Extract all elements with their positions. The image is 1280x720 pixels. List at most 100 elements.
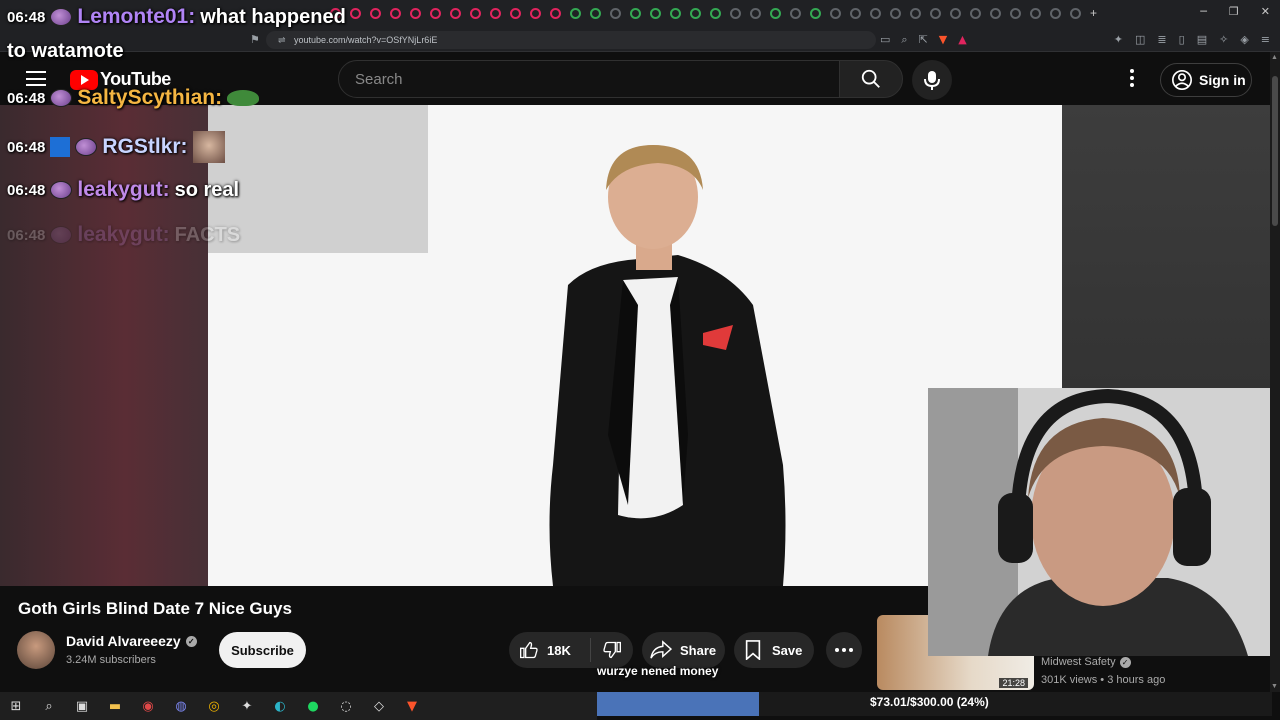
browser-tab[interactable] — [810, 8, 821, 19]
steam-icon[interactable]: ✦ — [239, 698, 255, 714]
browser-tab[interactable] — [610, 8, 621, 19]
save-button[interactable]: Save — [734, 632, 814, 668]
vpn-icon[interactable]: ◈ — [1240, 33, 1248, 46]
thumbs-up-icon — [520, 641, 538, 659]
browser-tab[interactable] — [390, 8, 401, 19]
more-actions-button[interactable] — [826, 632, 862, 668]
like-dislike-group: 18K — [509, 632, 633, 668]
browser-tab[interactable] — [550, 8, 561, 19]
address-bar[interactable]: ⇌ youtube.com/watch?v=OSfYNjLr6iE — [266, 31, 876, 49]
browser-tab[interactable] — [590, 8, 601, 19]
new-tab-icon[interactable]: + — [1090, 7, 1097, 19]
share-arrow-icon — [650, 640, 672, 659]
close-icon[interactable]: ✕ — [1261, 5, 1270, 18]
windows-start-icon[interactable]: ⊞ — [8, 698, 24, 714]
scroll-down-icon[interactable]: ▼ — [1271, 683, 1278, 690]
verified-badge-icon: ✓ — [185, 635, 197, 647]
browser-tab[interactable] — [530, 8, 541, 19]
app-icon[interactable]: ◇ — [371, 698, 387, 714]
channel-avatar[interactable] — [17, 631, 55, 669]
browser-tab[interactable] — [970, 8, 981, 19]
browser-tab[interactable] — [850, 8, 861, 19]
task-view-icon[interactable]: ▣ — [74, 698, 90, 714]
browser-tab[interactable] — [1010, 8, 1021, 19]
browser-tab[interactable] — [650, 8, 661, 19]
scrollbar-thumb[interactable] — [1272, 76, 1278, 226]
menu-icon[interactable]: ≡ — [1261, 33, 1270, 46]
browser-tab[interactable] — [690, 8, 701, 19]
site-info-icon[interactable]: ⇌ — [278, 35, 286, 46]
discord-icon[interactable]: ◍ — [173, 698, 189, 714]
maximize-icon[interactable]: ❐ — [1229, 5, 1239, 18]
save-label: Save — [772, 642, 803, 658]
channel-name[interactable]: David Alvareeezy — [66, 633, 181, 649]
extension-icon[interactable]: ✦ — [1114, 33, 1123, 46]
channel-name-row[interactable]: David Alvareeezy ✓ — [66, 633, 197, 649]
voice-search-button[interactable] — [912, 60, 952, 100]
chrome-icon[interactable]: ◎ — [206, 698, 222, 714]
chat-emote-backdrop — [208, 105, 428, 253]
browser-tab[interactable] — [510, 8, 521, 19]
minimize-icon[interactable]: ─ — [1200, 5, 1207, 18]
wallet-icon[interactable]: ▤ — [1197, 33, 1207, 46]
browser-tab[interactable] — [910, 8, 921, 19]
playlist-icon[interactable]: ≣ — [1157, 33, 1166, 46]
search-button[interactable] — [839, 60, 903, 98]
browser-tab[interactable] — [710, 8, 721, 19]
page-scrollbar[interactable]: ▲ ▼ — [1270, 52, 1280, 692]
settings-menu-icon[interactable] — [1130, 69, 1134, 87]
brave-shield-icon[interactable]: ▼ — [939, 33, 947, 47]
brave-browser-icon[interactable]: ▼ — [404, 698, 420, 714]
recommended-channel-name[interactable]: Midwest Safety — [1041, 656, 1116, 668]
browser-tab[interactable] — [930, 8, 941, 19]
share-icon[interactable]: ⇱ — [919, 33, 928, 47]
browser-tab[interactable] — [630, 8, 641, 19]
browser-tab[interactable] — [830, 8, 841, 19]
scroll-up-icon[interactable]: ▲ — [1271, 54, 1278, 61]
browser-tab[interactable] — [1030, 8, 1041, 19]
guide-menu-icon[interactable] — [26, 71, 46, 86]
browser-tab[interactable] — [670, 8, 681, 19]
browser-tab[interactable] — [770, 8, 781, 19]
browser-tab[interactable] — [570, 8, 581, 19]
browser-tab[interactable] — [750, 8, 761, 19]
browser-tab[interactable] — [990, 8, 1001, 19]
file-explorer-icon[interactable]: ▬ — [107, 698, 123, 714]
tab-list: + — [330, 7, 1097, 19]
browser-tab[interactable] — [350, 8, 361, 19]
sidebar-icon[interactable]: ▯ — [1179, 33, 1185, 46]
bookmark-icon[interactable]: ⚑ — [250, 33, 260, 46]
spotify-icon[interactable]: ● — [305, 698, 321, 714]
brave-rewards-icon[interactable]: ▲ — [958, 33, 966, 47]
chat-timestamp: 06:48 — [7, 226, 46, 244]
cast-icon[interactable]: ▭ — [880, 33, 890, 47]
browser-tab[interactable] — [470, 8, 481, 19]
browser-tab[interactable] — [370, 8, 381, 19]
edge-icon[interactable]: ◐ — [272, 698, 288, 714]
browser-tab[interactable] — [490, 8, 501, 19]
browser-tab[interactable] — [450, 8, 461, 19]
browser-tab[interactable] — [870, 8, 881, 19]
browser-tab[interactable] — [790, 8, 801, 19]
obs-icon[interactable]: ◉ — [140, 698, 156, 714]
browser-tab[interactable] — [730, 8, 741, 19]
browser-tab[interactable] — [1050, 8, 1061, 19]
like-button[interactable]: 18K — [509, 638, 591, 662]
taskbar-search-icon[interactable]: ⌕ — [41, 698, 57, 714]
dislike-button[interactable] — [591, 640, 633, 660]
chat-text-continuation: to watamote — [7, 40, 124, 62]
sign-in-button[interactable]: Sign in — [1160, 63, 1252, 97]
extension-icon[interactable]: ◫ — [1135, 33, 1145, 46]
zoom-icon[interactable]: ⌕ — [901, 33, 907, 47]
browser-tab[interactable] — [410, 8, 421, 19]
leo-icon[interactable]: ✧ — [1219, 33, 1228, 46]
share-button[interactable]: Share — [642, 632, 725, 668]
recommended-channel-row[interactable]: Midwest Safety ✓ — [1041, 656, 1131, 668]
browser-tab[interactable] — [890, 8, 901, 19]
app-icon[interactable]: ◌ — [338, 698, 354, 714]
browser-tab[interactable] — [950, 8, 961, 19]
browser-tab[interactable] — [430, 8, 441, 19]
search-input[interactable]: Search — [338, 60, 840, 98]
browser-tab[interactable] — [1070, 8, 1081, 19]
subscribe-button[interactable]: Subscribe — [219, 632, 306, 668]
